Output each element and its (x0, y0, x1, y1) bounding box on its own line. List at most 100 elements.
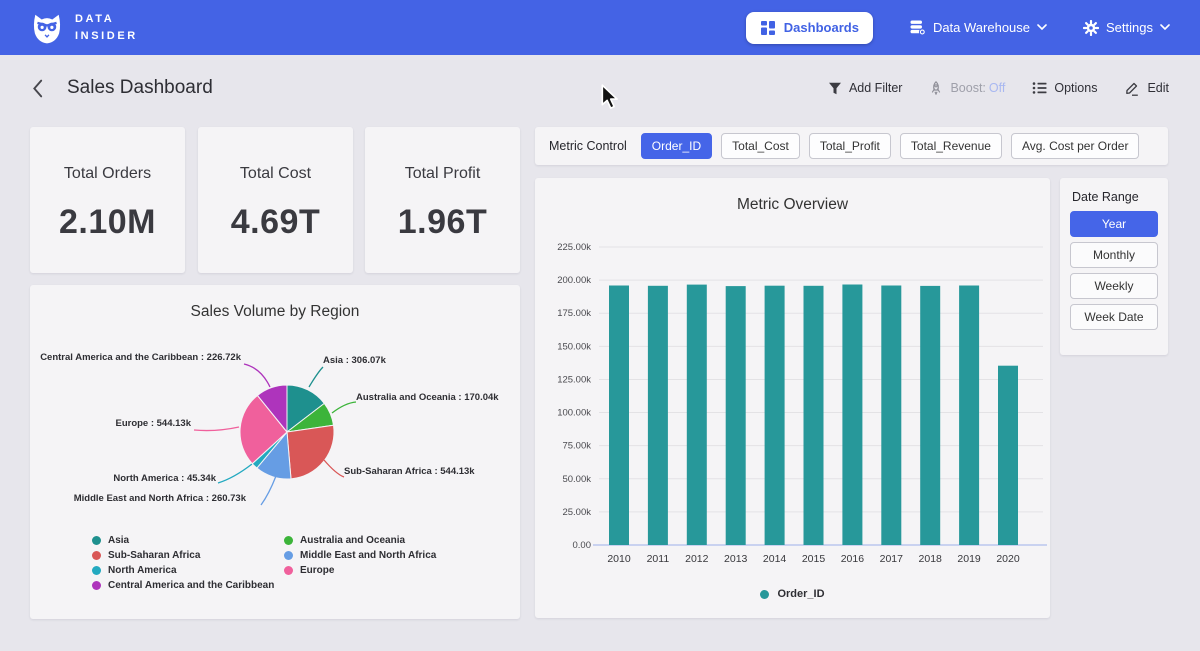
x-axis-tick: 2020 (996, 553, 1020, 565)
pie-slice-label: Central America and the Caribbean : 226.… (40, 352, 241, 363)
pie-legend-item[interactable]: Middle East and North Africa (284, 550, 436, 561)
kpi-label: Total Profit (365, 165, 520, 183)
edit-button[interactable]: Edit (1124, 80, 1169, 96)
pie-chart-title: Sales Volume by Region (30, 285, 520, 321)
rocket-icon (929, 81, 943, 95)
y-axis-tick: 175.00k (557, 308, 591, 319)
pie-callout-line (309, 367, 323, 387)
x-axis-tick: 2015 (802, 553, 826, 565)
bar-2012[interactable] (687, 285, 707, 545)
y-axis-tick: 200.00k (557, 275, 591, 286)
bar-chart-title: Metric Overview (535, 178, 1050, 214)
metric-control-bar: Metric Control Order_ID Total_Cost Total… (535, 127, 1168, 165)
pie-legend-item[interactable]: Central America and the Caribbean (92, 580, 284, 591)
options-button[interactable]: Options (1032, 81, 1097, 95)
top-nav-bar: DATA INSIDER Dashboards (0, 0, 1200, 55)
options-label: Options (1054, 81, 1097, 95)
pie-callout-line (218, 464, 252, 483)
nav-data-warehouse[interactable]: Data Warehouse (909, 19, 1047, 36)
pie-slice-sub-saharan-africa[interactable] (287, 425, 334, 479)
kpi-value: 2.10M (30, 203, 185, 242)
toolbar-actions: Add Filter Boost: Off (828, 80, 1169, 96)
bar-2017[interactable] (881, 286, 901, 546)
add-filter-button[interactable]: Add Filter (828, 81, 903, 95)
bar-2013[interactable] (726, 286, 746, 545)
y-axis-tick: 225.00k (557, 242, 591, 253)
date-range-year-button[interactable]: Year (1070, 211, 1158, 237)
pie-slice-label: Middle East and North Africa : 260.73k (74, 493, 246, 504)
bar-chart-svg: 0.0025.00k50.00k75.00k100.00k125.00k150.… (535, 238, 1050, 573)
bar-legend-label: Order_ID (777, 588, 824, 600)
dashboard-toolbar: Sales Dashboard Add Filter Boost: Off (0, 55, 1200, 121)
kpi-value: 1.96T (365, 203, 520, 242)
y-axis-tick: 50.00k (562, 474, 591, 485)
bar-2010[interactable] (609, 286, 629, 546)
boost-label: Boost: (950, 81, 985, 95)
pie-callout-line (194, 427, 239, 431)
date-range-weekly-button[interactable]: Weekly (1070, 273, 1158, 299)
bar-2015[interactable] (804, 286, 824, 545)
x-axis-tick: 2010 (607, 553, 631, 565)
date-range-week-date-button[interactable]: Week Date (1070, 304, 1158, 330)
y-axis-tick: 100.00k (557, 408, 591, 419)
legend-dot (284, 566, 293, 575)
date-range-label: Date Range (1060, 178, 1168, 206)
pie-legend-item[interactable]: Asia (92, 535, 284, 546)
pie-legend-item[interactable]: Sub-Saharan Africa (92, 550, 284, 561)
pie-legend-item[interactable]: Europe (284, 565, 436, 576)
y-axis-tick: 75.00k (562, 441, 591, 452)
gear-icon (1083, 20, 1099, 36)
legend-dot (284, 536, 293, 545)
date-range-panel: Date Range Year Monthly Weekly Week Date (1060, 178, 1168, 355)
top-nav-links: Dashboards Data Warehouse (746, 12, 1170, 44)
pie-slice-label: Sub-Saharan Africa : 544.13k (344, 466, 475, 477)
legend-label: Central America and the Caribbean (108, 580, 274, 591)
legend-label: Sub-Saharan Africa (108, 550, 200, 561)
legend-label: Middle East and North Africa (300, 550, 436, 561)
sales-dashboard-app: DATA INSIDER Dashboards (0, 0, 1200, 651)
nav-settings-label: Settings (1106, 20, 1153, 35)
bar-2019[interactable] (959, 286, 979, 546)
legend-dot (92, 581, 101, 590)
bar-chart: 0.0025.00k50.00k75.00k100.00k125.00k150.… (535, 238, 1050, 578)
boost-toggle[interactable]: Boost: Off (929, 81, 1005, 95)
metric-chip-order-id[interactable]: Order_ID (641, 133, 712, 159)
bar-2020[interactable] (998, 366, 1018, 545)
pie-legend-item[interactable]: Australia and Oceania (284, 535, 436, 546)
owl-logo-icon (30, 11, 64, 45)
x-axis-tick: 2017 (880, 553, 904, 565)
pie-slice-label: Europe : 544.13k (115, 418, 191, 429)
bar-2014[interactable] (765, 286, 785, 545)
metric-chip-total-profit[interactable]: Total_Profit (809, 133, 891, 159)
bar-2011[interactable] (648, 286, 668, 545)
bar-chart-legend: Order_ID (535, 588, 1050, 600)
y-axis-tick: 125.00k (557, 374, 591, 385)
page-title: Sales Dashboard (67, 77, 213, 99)
brand-logo[interactable]: DATA INSIDER (30, 11, 138, 45)
nav-dashboards-button[interactable]: Dashboards (746, 12, 873, 44)
x-axis-tick: 2014 (763, 553, 787, 565)
x-axis-tick: 2019 (957, 553, 981, 565)
metric-chip-avg-cost[interactable]: Avg. Cost per Order (1011, 133, 1140, 159)
brand-line-2: INSIDER (75, 28, 138, 45)
metric-chip-total-revenue[interactable]: Total_Revenue (900, 133, 1002, 159)
filter-funnel-icon (828, 82, 842, 95)
metric-chip-total-cost[interactable]: Total_Cost (721, 133, 800, 159)
date-range-monthly-button[interactable]: Monthly (1070, 242, 1158, 268)
x-axis-tick: 2018 (919, 553, 943, 565)
kpi-card-total-orders: Total Orders 2.10M (30, 127, 185, 273)
x-axis-tick: 2012 (685, 553, 709, 565)
nav-dashboards-label: Dashboards (784, 20, 859, 35)
nav-settings[interactable]: Settings (1083, 20, 1170, 36)
legend-dot (284, 551, 293, 560)
back-arrow-icon[interactable] (31, 79, 44, 98)
brand-text: DATA INSIDER (75, 11, 138, 44)
legend-dot (760, 590, 769, 599)
kpi-value: 4.69T (198, 203, 353, 242)
pencil-edit-icon (1124, 80, 1140, 96)
bar-2016[interactable] (842, 285, 862, 546)
legend-dot (92, 566, 101, 575)
pie-legend-item[interactable]: North America (92, 565, 284, 576)
nav-data-warehouse-label: Data Warehouse (933, 20, 1030, 35)
bar-2018[interactable] (920, 286, 940, 545)
